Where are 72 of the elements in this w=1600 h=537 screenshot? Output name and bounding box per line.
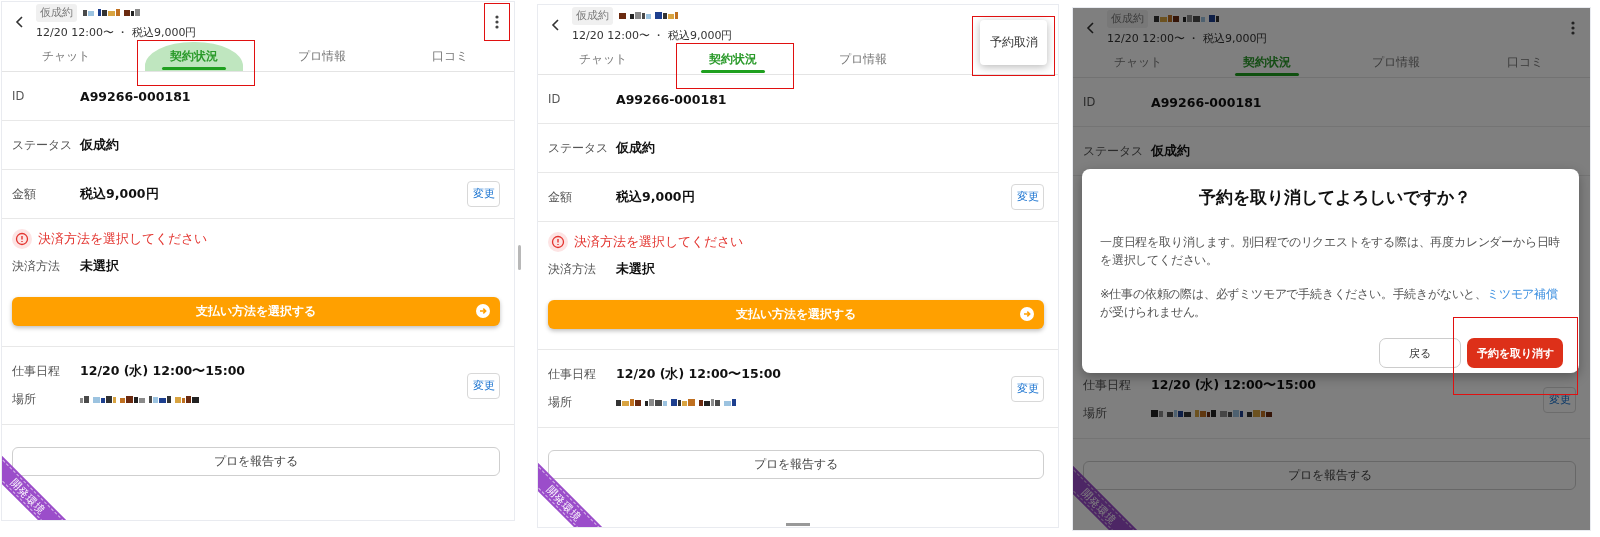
field-label: 決済方法 [548, 261, 597, 277]
field-label: 決済方法 [12, 258, 61, 274]
tab[interactable]: チャット [17, 42, 115, 71]
scrollbar-thumb[interactable] [518, 245, 521, 270]
arrow-right-circle-icon [476, 304, 490, 318]
field-label: ステータス [12, 137, 73, 153]
change-button[interactable]: 変更 [1011, 184, 1044, 210]
status-badge: 仮成約 [572, 7, 613, 25]
dialog-message: 一度日程を取り消します。別日程でのリクエストをする際は、再度カレンダーから日時を選択してください。 [1100, 234, 1562, 269]
field-label: 仕事日程 [12, 364, 61, 379]
field-label: 場所 [548, 395, 573, 410]
chevron-left-icon [1085, 20, 1097, 36]
alert-icon [548, 232, 568, 252]
kebab-menu-icon [495, 15, 499, 29]
field-value: 12/20 (水) 12:00〜15:00 [1151, 377, 1317, 394]
change-button[interactable]: 変更 [467, 372, 500, 399]
chevron-left-icon [550, 17, 562, 33]
field-label: ステータス [1083, 143, 1144, 159]
field-value: 仮成約 [80, 136, 119, 154]
header-subtitle: 12/20 12:00〜 ・ 税込9,000円 [572, 28, 733, 43]
guarantee-link[interactable]: ミツモア補償 [1487, 287, 1558, 301]
tab[interactable]: チャット [553, 45, 653, 74]
field-label: 金額 [548, 189, 573, 205]
field-value: 仮成約 [1151, 142, 1190, 160]
alert-icon [12, 229, 32, 249]
report-button[interactable]: プロを報告する [12, 447, 500, 476]
tab[interactable]: プロ情報 [1347, 48, 1446, 77]
field-value: 12/20 (水) 12:00〜15:00 [616, 366, 782, 383]
tab[interactable]: プロ情報 [273, 42, 371, 71]
field-label: ステータス [548, 140, 609, 156]
field-value: A99266-000181 [616, 91, 727, 107]
report-button[interactable]: プロを報告する [548, 450, 1044, 479]
change-button[interactable]: 変更 [467, 181, 500, 207]
field-label: 場所 [1083, 406, 1108, 421]
field-label: 仕事日程 [548, 367, 597, 382]
field-value: A99266-000181 [1151, 94, 1262, 110]
tab-underline [701, 70, 765, 73]
alert-message: 決済方法を選択してください [38, 230, 207, 248]
menu-item[interactable]: 予約取消 [985, 31, 1042, 54]
field-value: 未選択 [80, 257, 119, 275]
kebab-menu-icon [1571, 21, 1575, 35]
tab-underline [162, 67, 226, 70]
field-label: ID [548, 92, 562, 106]
alert-message: 決済方法を選択してください [574, 233, 743, 251]
field-label: ID [1083, 95, 1097, 109]
dialog-note: ※仕事の依頼の際は、必ずミツモアで手続きください。手続きがないと、ミツモア補償 が受けられません。 [1100, 286, 1559, 321]
header-subtitle: 12/20 12:00〜 ・ 税込9,000円 [1107, 31, 1268, 46]
field-label: ID [12, 89, 26, 103]
change-button[interactable]: 変更 [1011, 375, 1044, 402]
tab[interactable]: 口コミ [401, 42, 499, 71]
dialog-title: 予約を取り消してよろしいですか？ [1197, 186, 1472, 209]
arrow-right-circle-icon [1020, 307, 1034, 321]
status-badge: 仮成約 [36, 4, 77, 22]
field-value: 12/20 (水) 12:00〜15:00 [80, 363, 246, 380]
resize-handle[interactable] [786, 523, 810, 526]
back-button[interactable]: 戻る [1379, 338, 1461, 368]
field-label: 仕事日程 [1083, 378, 1132, 393]
tab[interactable]: 契約状況 [1217, 48, 1316, 77]
header-subtitle: 12/20 12:00〜 ・ 税込9,000円 [36, 25, 197, 40]
tab[interactable]: 契約状況 [145, 42, 243, 71]
tab-underline [1234, 73, 1299, 76]
tab[interactable]: プロ情報 [813, 45, 913, 74]
field-label: 金額 [12, 186, 37, 202]
tab[interactable]: 契約状況 [683, 45, 783, 74]
chevron-left-icon [14, 14, 26, 30]
field-value: 未選択 [616, 260, 655, 278]
field-value: 仮成約 [616, 139, 655, 157]
field-value: 税込9,000円 [80, 185, 159, 203]
cancel-reservation-button[interactable]: 予約を取り消す [1467, 338, 1563, 368]
field-value: A99266-000181 [80, 88, 191, 104]
field-value: 税込9,000円 [616, 188, 695, 206]
field-label: 場所 [12, 392, 37, 407]
